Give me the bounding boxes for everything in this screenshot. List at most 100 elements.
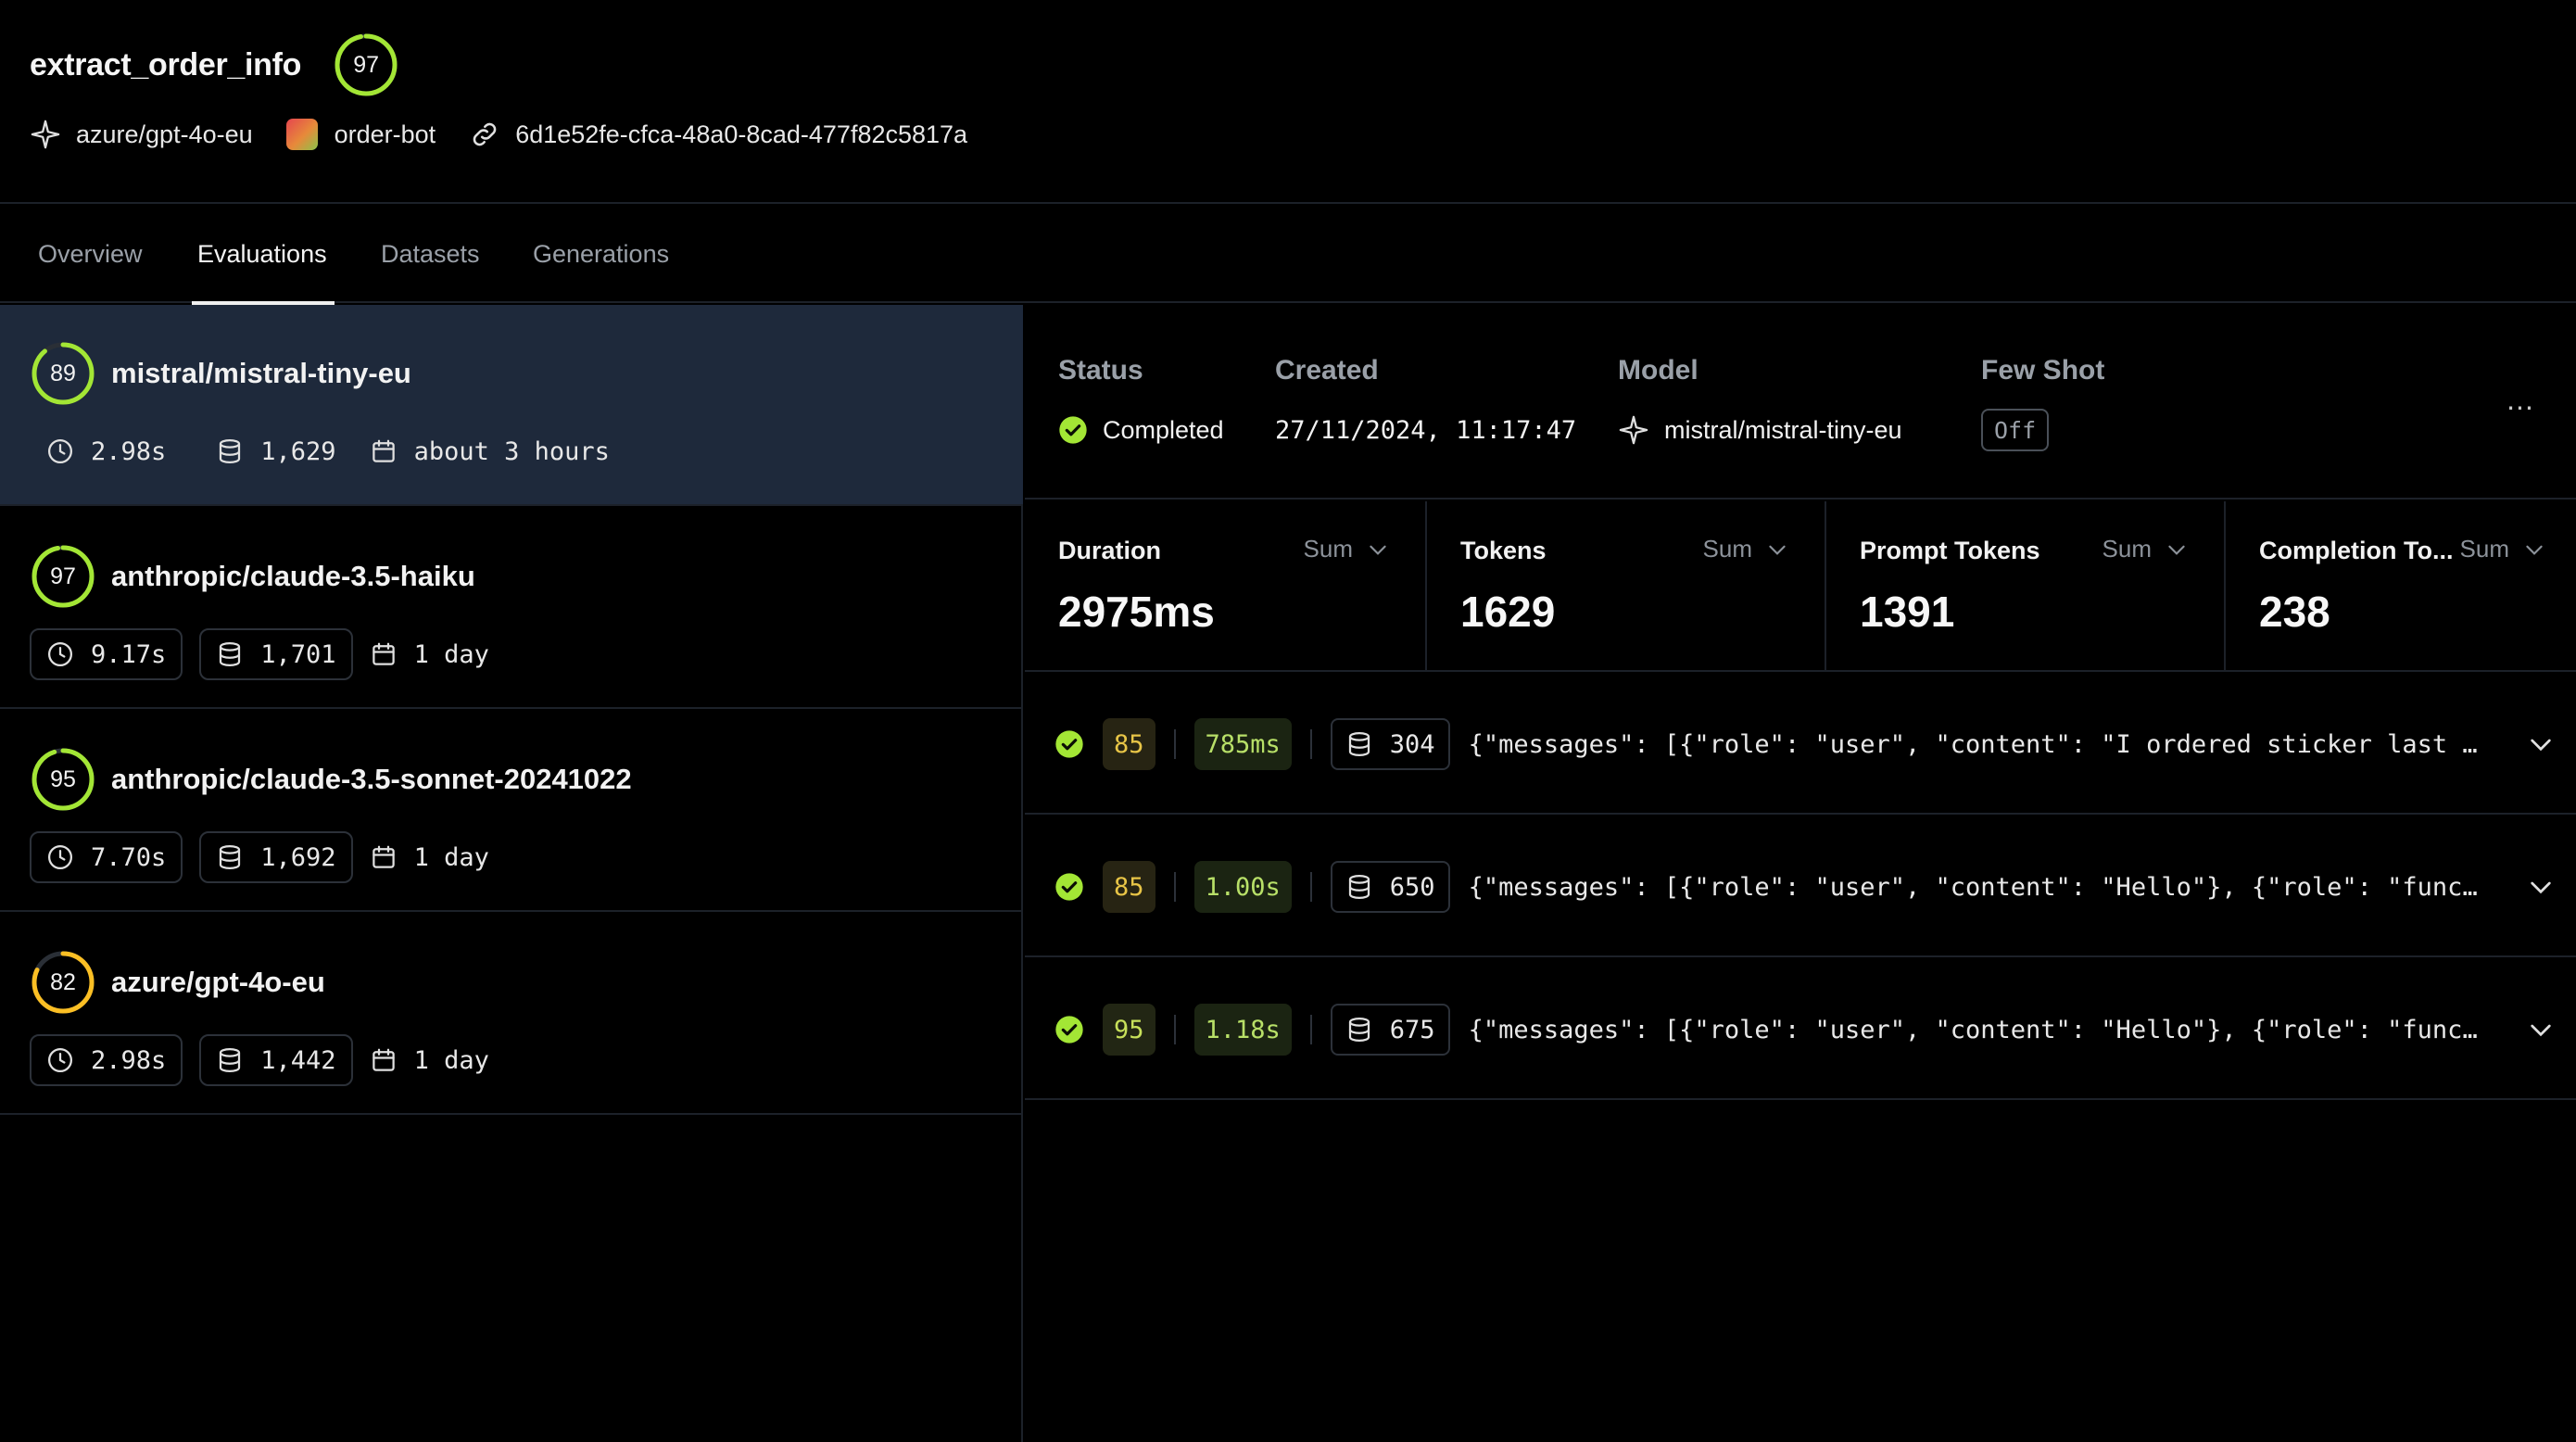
generation-latency-badge: 785ms [1193,718,1292,770]
status-label: Status [1058,355,1143,386]
evaluation-age: 1 day [370,1034,489,1086]
tab-bar: Overview Evaluations Datasets Generation… [0,206,2576,305]
generation-row[interactable]: 95 1.18s 675 {"messages": [{"role": "use… [1025,959,2576,1100]
generation-latency-badge: 1.18s [1193,1004,1292,1056]
status-field: Status Completed [1058,355,1224,453]
prompt-meta-row: azure/gpt-4o-eu order-bot 6d1e52fe-cfca-… [30,111,1001,158]
tab-generations[interactable]: Generations [533,206,669,303]
metric-value: 1629 [1460,588,1556,636]
evaluation-duration: 9.17s [30,628,183,680]
metric-label: Tokens [1460,537,1547,564]
evaluation-list-item[interactable]: 82 azure/gpt-4o-eu 2.98s 1,442 1 day [0,914,1023,1115]
page-header: extract_order_info 97 azure/gpt-4o-eu or… [0,0,2576,204]
clock-icon [48,439,72,463]
generation-row[interactable]: 85 785ms 304 {"messages": [{"role": "use… [1025,674,2576,815]
metric-aggregation-value: Sum [2102,535,2152,563]
evaluation-list-item[interactable]: 97 anthropic/claude-3.5-haiku 9.17s 1,70… [0,508,1023,709]
database-icon [220,439,241,464]
generation-tokens-badge: 650 [1330,861,1450,913]
evaluation-age-value: about 3 hours [413,436,610,466]
created-field: Created 27/11/2024, 11:17:47 [1275,355,1576,453]
database-icon [1348,875,1370,900]
metric-aggregation-select[interactable]: Sum [2460,535,2546,563]
evaluation-age: 1 day [370,831,489,883]
clock-icon [48,845,72,869]
divider [1309,872,1312,902]
evaluation-list-item[interactable]: 95 anthropic/claude-3.5-sonnet-20241022 … [0,711,1023,912]
calendar-icon [372,1048,395,1071]
chevron-down-icon[interactable] [2526,729,2556,759]
check-circle-icon [1055,1016,1083,1044]
evaluation-list: 89 mistral/mistral-tiny-eu 2.98s 1,629 a… [0,305,1023,1442]
created-value: 27/11/2024, 11:17:47 [1275,415,1577,445]
generation-row-content: 95 1.18s 675 {"messages": [{"role": "use… [1054,1004,2479,1056]
evaluation-score-value: 89 [50,360,76,386]
chevron-down-icon [1769,545,1786,555]
generation-score-badge: 95 [1103,1004,1155,1056]
prompt-id[interactable]: 6d1e52fe-cfca-48a0-8cad-477f82c5817a [469,119,967,150]
generation-preview-text: {"messages": [{"role": "user", "content"… [1468,729,2478,759]
evaluation-age-value: 1 day [413,639,489,669]
clock-icon [48,1048,72,1072]
link-icon [473,122,497,146]
sparkle-icon [31,120,60,149]
generation-tokens-badge: 304 [1330,718,1450,770]
tab-evaluations[interactable]: Evaluations [192,206,335,305]
prompt-app[interactable]: order-bot [285,119,436,150]
evaluation-score-value: 82 [50,968,76,995]
chevron-down-icon [1370,545,1386,555]
evaluation-stats: 7.70s 1,692 1 day [30,831,489,883]
evaluation-model-name: azure/gpt-4o-eu [111,966,325,998]
evaluation-tokens-value: 1,629 [260,436,336,466]
prompt-score-badge: 97 [333,32,399,98]
evaluation-model-name: mistral/mistral-tiny-eu [111,357,411,389]
evaluation-tokens-value: 1,701 [260,639,336,669]
evaluation-age: 1 day [370,628,489,680]
metric-label: Completion To... [2259,537,2454,564]
tab-overview[interactable]: Overview [38,206,143,303]
evaluation-list-item[interactable]: 89 mistral/mistral-tiny-eu 2.98s 1,629 a… [0,305,1023,506]
evaluation-tokens: 1,701 [199,628,353,680]
evaluation-stats: 9.17s 1,701 1 day [30,628,489,680]
metric-aggregation-value: Sum [2459,535,2509,563]
generation-row[interactable]: 85 1.00s 650 {"messages": [{"role": "use… [1025,816,2576,957]
fewshot-badge: Off [1981,409,2050,451]
prompt-id-label: 6d1e52fe-cfca-48a0-8cad-477f82c5817a [515,120,968,148]
created-label: Created [1275,355,1379,386]
metric-aggregation-select[interactable]: Sum [1703,535,1789,563]
check-circle-icon [1055,730,1083,758]
fewshot-value-row: Off [1981,407,2104,453]
title-row: extract_order_info 97 [30,32,399,98]
check-circle-icon [1055,873,1083,901]
chevron-down-icon[interactable] [2526,872,2556,902]
metrics-row: Duration Sum 2975ms Tokens Sum 1629 Prom… [1025,501,2576,672]
evaluation-tokens-value: 1,692 [260,842,336,872]
metric-aggregation-select[interactable]: Sum [2102,535,2189,563]
clock-icon [48,642,72,666]
status-value: Completed [1103,415,1224,444]
metric-prompt-tokens: Prompt Tokens Sum 1391 [1826,501,2226,672]
divider [1309,1015,1312,1044]
chevron-down-icon[interactable] [2526,1015,2556,1044]
database-icon [220,1048,241,1073]
evaluation-duration-value: 9.17s [91,639,167,669]
tab-datasets[interactable]: Datasets [381,206,480,303]
metric-value: 2975ms [1058,588,1215,636]
generation-row-content: 85 785ms 304 {"messages": [{"role": "use… [1054,718,2479,770]
evaluation-meta: Status Completed Created 27/11/2024, 11:… [1025,305,2576,500]
fewshot-label: Few Shot [1981,355,2105,386]
chevron-down-icon [2526,545,2543,555]
metric-aggregation-select[interactable]: Sum [1304,535,1390,563]
evaluation-age-value: 1 day [413,1045,489,1075]
prompt-score-value: 97 [353,51,380,78]
metric-label: Prompt Tokens [1860,537,2040,564]
database-icon [220,845,241,870]
evaluation-duration-value: 7.70s [91,842,167,872]
evaluation-duration: 7.70s [30,831,183,883]
more-options-button[interactable]: ... [2500,379,2541,420]
generation-row-content: 85 1.00s 650 {"messages": [{"role": "use… [1054,861,2479,913]
chevron-down-icon [2168,545,2185,555]
model-value: mistral/mistral-tiny-eu [1664,415,1902,444]
evaluation-header: 82 azure/gpt-4o-eu [30,949,325,1016]
metric-label: Duration [1058,537,1161,564]
